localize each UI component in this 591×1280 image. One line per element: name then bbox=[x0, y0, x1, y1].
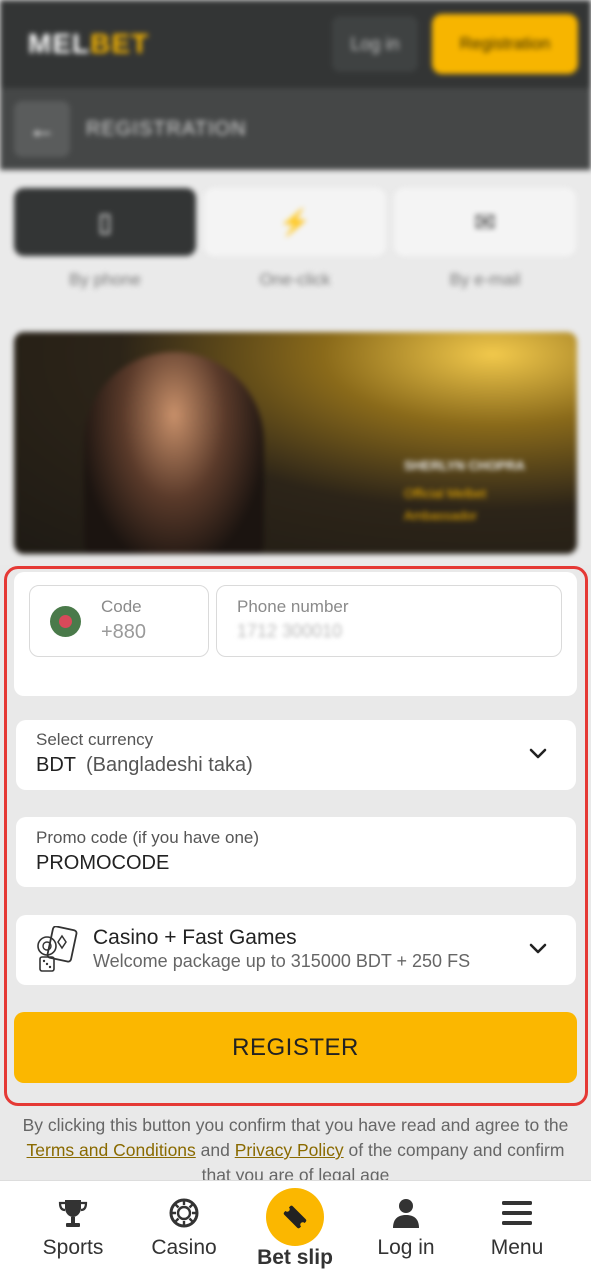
betslip-label[interactable]: Bet slip bbox=[240, 1246, 350, 1270]
back-button[interactable]: ← bbox=[14, 101, 70, 157]
nav-casino[interactable]: Casino bbox=[129, 1196, 239, 1260]
nav-betslip[interactable] bbox=[266, 1188, 324, 1246]
tab-by-phone[interactable]: ▯ bbox=[14, 188, 196, 256]
promo-banner: SHERLYN CHOPRA Official Melbet Ambassado… bbox=[14, 332, 577, 554]
nav-sports[interactable]: Sports bbox=[18, 1196, 128, 1260]
hamburger-menu-icon bbox=[502, 1201, 532, 1225]
tab-by-email[interactable]: ✉ bbox=[394, 188, 576, 256]
terms-link[interactable]: Terms and Conditions bbox=[27, 1140, 196, 1160]
login-button[interactable]: Log in bbox=[332, 16, 418, 72]
highlight-frame bbox=[4, 566, 588, 1106]
nav-menu[interactable]: Menu bbox=[462, 1196, 572, 1260]
registration-button[interactable]: Registration bbox=[432, 14, 578, 74]
page-title: REGISTRATION bbox=[86, 118, 247, 140]
banner-role-2: Ambassador bbox=[404, 508, 477, 523]
casino-chip-icon bbox=[169, 1198, 199, 1228]
ticket-icon bbox=[283, 1205, 307, 1229]
privacy-link[interactable]: Privacy Policy bbox=[235, 1140, 344, 1160]
legal-disclaimer: By clicking this button you confirm that… bbox=[22, 1115, 569, 1185]
tab-label-by-email: By e-mail bbox=[449, 270, 521, 289]
blurred-background: MELBET Log in Registration ← REGISTRATIO… bbox=[0, 0, 591, 565]
ambassador-photo bbox=[84, 352, 264, 554]
tab-label-one-click: One-click bbox=[259, 270, 331, 289]
phone-icon: ▯ bbox=[97, 206, 113, 237]
trophy-icon bbox=[58, 1200, 88, 1227]
tab-one-click[interactable]: ⚡ bbox=[204, 188, 386, 256]
banner-name: SHERLYN CHOPRA bbox=[404, 458, 525, 473]
tab-label-by-phone: By phone bbox=[69, 270, 141, 289]
back-arrow-icon: ← bbox=[28, 113, 56, 144]
mail-icon: ✉ bbox=[474, 206, 496, 237]
nav-login[interactable]: Log in bbox=[351, 1196, 461, 1260]
brand-logo[interactable]: MELBET bbox=[28, 28, 149, 60]
user-icon bbox=[393, 1199, 419, 1228]
lightning-icon: ⚡ bbox=[278, 206, 312, 237]
banner-role: Official Melbet bbox=[404, 486, 487, 501]
